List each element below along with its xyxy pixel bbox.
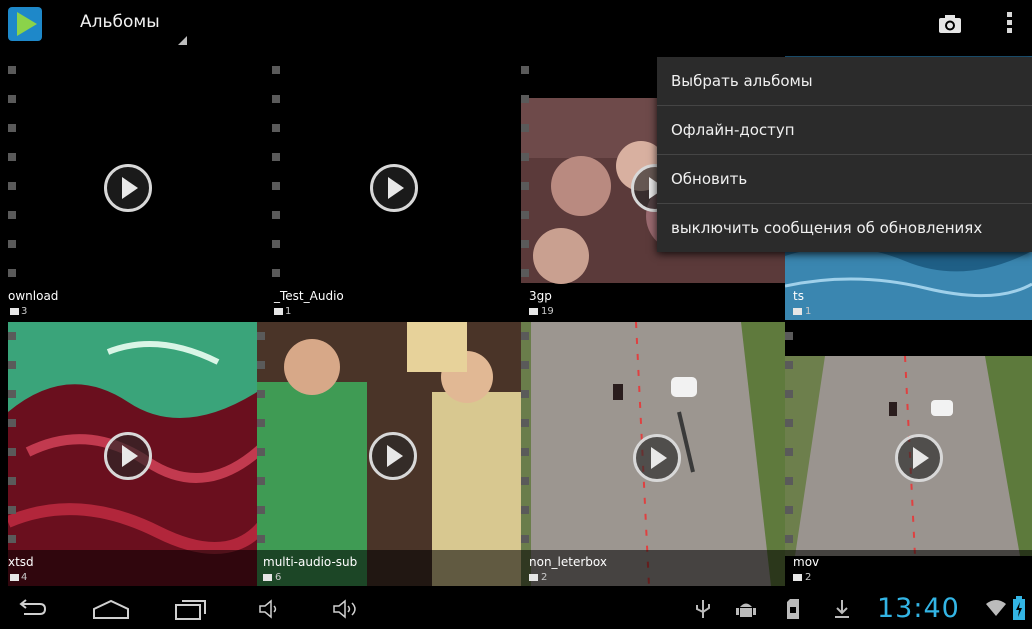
album-count: 1 (285, 306, 292, 317)
system-bar: 13:40 (0, 589, 1032, 629)
sd-card-icon (787, 599, 799, 619)
album-label-bar (8, 550, 272, 586)
album-label-bar (785, 550, 1032, 586)
play-icon[interactable] (370, 164, 418, 212)
play-icon[interactable] (633, 434, 681, 482)
recent-apps-icon[interactable] (174, 598, 208, 620)
album-tile[interactable]: ownload 3 (8, 56, 272, 320)
play-icon[interactable] (895, 434, 943, 482)
android-debug-icon (736, 603, 756, 617)
album-count: 6 (275, 572, 282, 583)
album-tile[interactable]: _Test_Audio 1 (272, 56, 536, 320)
menu-item-disable-update-notices[interactable]: выключить сообщения об обновлениях (657, 204, 1032, 252)
album-count: 4 (21, 572, 28, 583)
album-count: 2 (541, 572, 548, 583)
app-play-icon[interactable] (8, 7, 42, 41)
home-icon[interactable] (92, 598, 130, 620)
film-strip (257, 332, 267, 567)
overflow-menu: Выбрать альбомы Офлайн-доступ Обновить в… (657, 57, 1032, 252)
menu-item-refresh[interactable]: Обновить (657, 155, 1032, 204)
album-count: 19 (541, 306, 554, 317)
album-name: _Test_Audio (274, 289, 344, 303)
album-tile[interactable]: xtsd 4 (8, 322, 272, 586)
download-icon (835, 600, 849, 618)
album-name: multi-audio-sub (263, 555, 358, 569)
folder-icon (793, 308, 802, 315)
usb-icon (696, 600, 710, 618)
spinner-arrow-icon[interactable] (178, 36, 187, 45)
status-clock: 13:40 (877, 593, 960, 624)
film-strip (521, 332, 531, 567)
battery-icon (1013, 596, 1025, 620)
film-strip (8, 66, 18, 301)
volume-up-icon[interactable] (332, 598, 362, 620)
album-name: ownload (8, 289, 59, 303)
page-title[interactable]: Альбомы (80, 12, 160, 32)
menu-item-select-albums[interactable]: Выбрать альбомы (657, 57, 1032, 106)
overflow-menu-icon[interactable] (1006, 12, 1014, 38)
wifi-icon (986, 600, 1006, 616)
film-strip (8, 332, 18, 567)
album-name: xtsd (8, 555, 34, 569)
camera-icon[interactable] (938, 14, 962, 34)
folder-icon (529, 574, 538, 581)
film-strip (272, 66, 282, 301)
folder-icon (10, 308, 19, 315)
action-bar: Альбомы (0, 0, 1032, 48)
menu-item-offline-access[interactable]: Офлайн-доступ (657, 106, 1032, 155)
album-count: 3 (21, 306, 28, 317)
film-strip (785, 332, 795, 567)
play-icon[interactable] (104, 432, 152, 480)
album-count: 1 (805, 306, 812, 317)
film-strip (521, 66, 531, 301)
folder-icon (529, 308, 538, 315)
album-tile[interactable]: multi-audio-sub 6 (257, 322, 521, 586)
album-tile[interactable]: non_leterbox 2 (521, 322, 785, 586)
play-icon[interactable] (104, 164, 152, 212)
album-count: 2 (805, 572, 812, 583)
album-name: non_leterbox (529, 555, 607, 569)
album-label-bar (521, 284, 785, 320)
album-name: 3gp (529, 289, 552, 303)
back-icon[interactable] (14, 598, 48, 620)
album-tile[interactable]: mov 2 (785, 322, 1032, 586)
play-icon[interactable] (369, 432, 417, 480)
folder-icon (263, 574, 272, 581)
folder-icon (10, 574, 19, 581)
album-name: mov (793, 555, 820, 569)
volume-down-icon[interactable] (258, 598, 282, 620)
album-name: ts (793, 289, 804, 303)
folder-icon (793, 574, 802, 581)
folder-icon (274, 308, 283, 315)
